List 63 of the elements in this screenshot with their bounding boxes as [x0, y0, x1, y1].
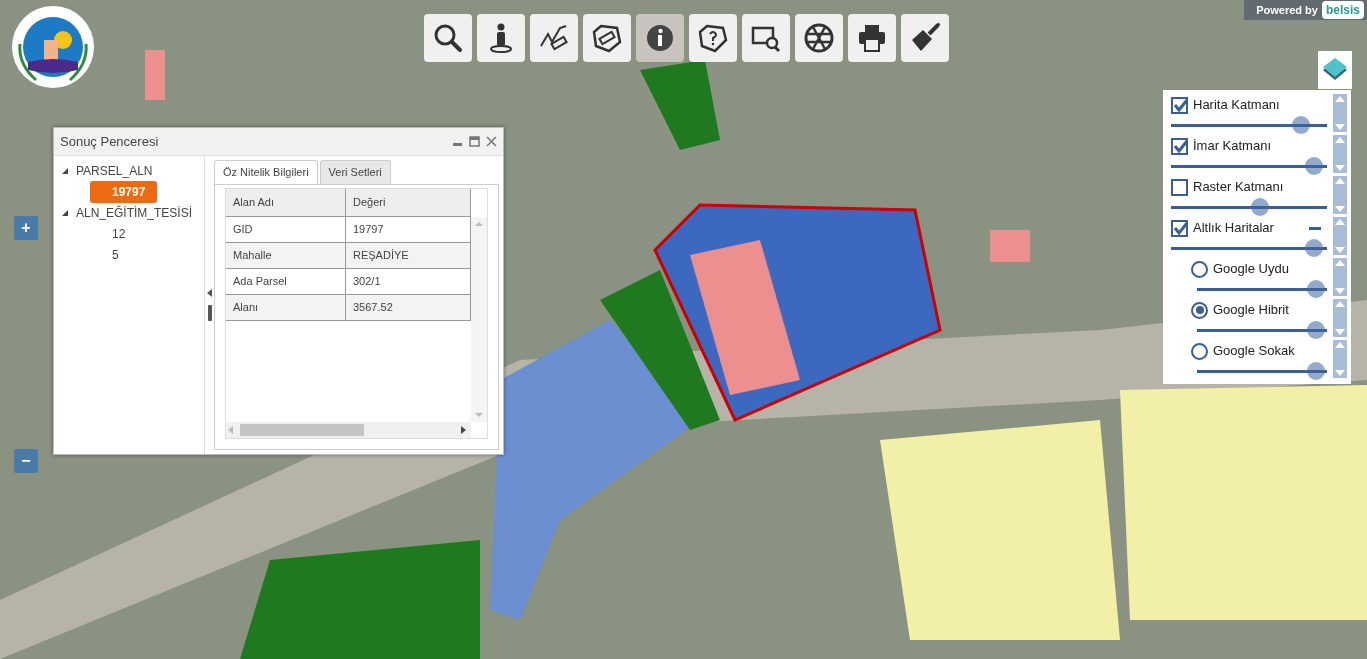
info-icon	[644, 22, 676, 54]
tree-node-label[interactable]: PARSEL_ALN	[76, 161, 153, 180]
radio-button[interactable]	[1191, 301, 1208, 319]
tab[interactable]: Öz Nitelik Bilgileri	[214, 160, 318, 184]
globe-icon	[803, 22, 835, 54]
window-title: Sonuç Penceresi	[60, 132, 159, 151]
table-cell: 3567.52	[346, 295, 471, 321]
slider-thumb[interactable]	[1306, 280, 1325, 298]
toolbar-button[interactable]	[530, 14, 578, 62]
toolbar-button[interactable]	[424, 14, 472, 62]
slider-thumb[interactable]	[1304, 157, 1323, 175]
close-icon[interactable]	[486, 136, 497, 147]
zoom-out-button[interactable]: −	[14, 449, 38, 473]
collapse-icon[interactable]	[1309, 226, 1321, 230]
maximize-icon[interactable]	[469, 136, 480, 147]
table-cell: REŞADİYE	[346, 243, 471, 269]
vendor-logo-text: belsis	[1321, 1, 1364, 19]
slider-thumb[interactable]	[1306, 321, 1325, 339]
layer-label: Google Sokak	[1213, 342, 1295, 361]
layer-label: Google Hibrit	[1213, 301, 1289, 320]
collapse-arrow-icon[interactable]	[207, 289, 213, 297]
zoom-in-button[interactable]: +	[14, 216, 38, 240]
checkbox[interactable]	[1171, 219, 1188, 237]
column-header[interactable]: Değeri	[346, 189, 471, 217]
toolbar-button[interactable]	[901, 14, 949, 62]
question-polygon-icon	[697, 22, 729, 54]
radio-button[interactable]	[1191, 260, 1208, 278]
layer-label: Altlık Haritalar	[1193, 219, 1274, 238]
tab[interactable]: Veri Setleri	[319, 160, 391, 184]
slider-thumb[interactable]	[1306, 362, 1325, 380]
toolbar-button[interactable]	[848, 14, 896, 62]
search-icon	[432, 22, 464, 54]
toolbar-button[interactable]	[636, 14, 684, 62]
table-cell: Alanı	[226, 295, 346, 321]
layers-button[interactable]	[1318, 51, 1352, 89]
checkbox[interactable]	[1171, 137, 1188, 155]
printer-icon	[856, 22, 888, 54]
horizontal-scrollbar[interactable]	[226, 422, 471, 438]
slider-thumb[interactable]	[1251, 198, 1270, 216]
ruler-polygon-icon	[591, 22, 623, 54]
splitter-handle-icon[interactable]	[207, 305, 212, 321]
slider-thumb[interactable]	[1292, 116, 1311, 134]
toolbar-button[interactable]	[689, 14, 737, 62]
toolbar-button[interactable]	[795, 14, 843, 62]
toolbar-button[interactable]	[583, 14, 631, 62]
tree-item[interactable]: 5	[90, 243, 131, 266]
powered-by-text: Powered by	[1256, 2, 1318, 18]
table-cell: Mahalle	[226, 243, 346, 269]
layer-label: Harita Katmanı	[1193, 96, 1280, 115]
scroll-right-icon[interactable]	[458, 425, 468, 435]
layer-label: Raster Katmanı	[1193, 178, 1284, 197]
layer-label: İmar Katmanı	[1193, 137, 1272, 156]
toolbar-button[interactable]	[477, 14, 525, 62]
checkbox[interactable]	[1171, 178, 1188, 196]
layer-label: Google Uydu	[1213, 260, 1289, 279]
radio-button[interactable]	[1191, 342, 1208, 360]
tree-node-label[interactable]: ALN_EĞİTİM_TESİSİ	[76, 203, 193, 222]
column-header[interactable]: Alan Adı	[226, 189, 346, 217]
slider-thumb[interactable]	[1304, 239, 1323, 257]
toolbar-button[interactable]	[742, 14, 790, 62]
scrollbar-thumb[interactable]	[240, 424, 364, 436]
checkbox[interactable]	[1171, 96, 1188, 114]
tree-item[interactable]: 12	[90, 222, 138, 245]
